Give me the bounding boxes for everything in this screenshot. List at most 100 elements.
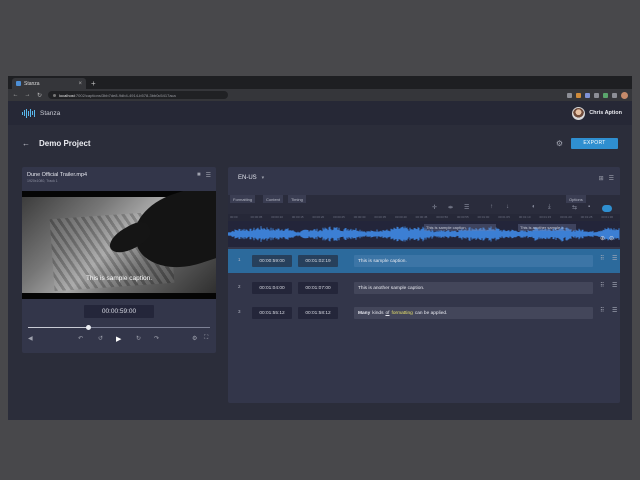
caption-text-field[interactable]: This is another sample caption. xyxy=(354,282,593,294)
captions-header: EN-US ▾ ⊞ ☰ xyxy=(228,167,620,189)
forward-icon[interactable]: → xyxy=(24,92,31,98)
trash-icon[interactable]: ▪ xyxy=(588,204,590,210)
caption-text-field[interactable]: This is sample caption. xyxy=(354,255,593,267)
new-tab-button[interactable]: + xyxy=(91,78,96,89)
browser-tab[interactable]: Stanza × xyxy=(12,78,86,89)
seek-bar-fill xyxy=(28,327,89,328)
menu-icon[interactable]: ☰ xyxy=(206,172,211,179)
grid-icon[interactable]: ⊞ xyxy=(599,175,604,182)
contrast-icon[interactable]: ◐ xyxy=(532,204,536,210)
ruler-tick-label: 00:01:15 xyxy=(539,215,552,219)
download-icon[interactable]: ⤓ xyxy=(548,204,551,211)
video-player[interactable]: This is sample caption. xyxy=(22,191,216,299)
play-icon[interactable]: ▶ xyxy=(116,335,121,343)
settings-icon[interactable]: ⚙ xyxy=(192,335,197,342)
ruler-tick-label: 00:00:05 xyxy=(250,215,263,219)
profile-icon[interactable] xyxy=(621,91,628,99)
grid-icon[interactable]: ⠿ xyxy=(600,282,604,289)
bookmark-icon[interactable] xyxy=(567,92,572,98)
extension-icon[interactable] xyxy=(585,92,590,98)
avatar[interactable] xyxy=(572,106,586,120)
lock-icon xyxy=(53,93,56,97)
start-time-field[interactable]: 00:00:59:00 xyxy=(252,255,292,267)
video-meta: 1920x1080, Track 1 xyxy=(27,179,58,183)
page-bar: ← Demo Project ⚙ EXPORT xyxy=(8,125,632,161)
end-time-field[interactable]: 00:01:58:12 xyxy=(298,307,338,319)
user-menu[interactable]: Chris Aption xyxy=(572,106,622,120)
app-header: Stanza Chris Aption xyxy=(8,101,632,125)
language-select[interactable]: EN-US ▾ xyxy=(238,175,264,181)
captions-panel: EN-US ▾ ⊞ ☰ Formatting Content Timing Opt… xyxy=(228,167,620,403)
add-icon[interactable]: ✛ xyxy=(432,204,437,211)
tab-content[interactable]: Content xyxy=(263,195,284,203)
caption-number: 1 xyxy=(238,257,241,262)
browser-tabbar: Stanza × + xyxy=(8,76,632,89)
menu-icon[interactable]: ☰ xyxy=(612,307,617,314)
end-time-field[interactable]: 00:01:07:00 xyxy=(298,282,338,294)
volume-icon[interactable]: ◀ xyxy=(28,335,33,342)
editor-tabs: Formatting Content Timing Options xyxy=(228,195,620,203)
extension-icon[interactable] xyxy=(576,92,581,98)
underlined-text: of xyxy=(385,310,390,316)
start-time-field[interactable]: 00:01:04:00 xyxy=(252,282,292,294)
waveform[interactable]: This is sample caption. This is another … xyxy=(228,221,620,247)
shuffle-icon[interactable]: ⇆ xyxy=(572,204,577,211)
caption-number: 3 xyxy=(238,309,241,314)
split-icon[interactable]: ⇹ xyxy=(448,204,453,211)
fullscreen-icon[interactable]: ⛶ xyxy=(204,335,208,342)
extension-icon[interactable] xyxy=(612,92,617,98)
tab-timing[interactable]: Timing xyxy=(288,195,306,203)
back-arrow-icon[interactable]: ← xyxy=(22,139,30,148)
waveform-region[interactable]: This is sample caption. xyxy=(424,224,496,231)
zoom-out-icon[interactable]: ⊖ xyxy=(609,235,614,242)
user-name: Chris Aption xyxy=(589,110,622,116)
align-icon[interactable]: ☰ xyxy=(464,204,469,211)
skip-back-far-icon[interactable]: ↶ xyxy=(78,335,83,342)
extension-icon[interactable] xyxy=(603,92,608,98)
bold-text: Many xyxy=(358,310,371,316)
playback-controls: ◀ ↶ ↺ ▶ ↻ ↷ ⚙ ⛶ xyxy=(22,335,216,347)
skip-forward-far-icon[interactable]: ↷ xyxy=(154,335,159,342)
seek-bar[interactable] xyxy=(28,325,210,330)
export-button[interactable]: EXPORT xyxy=(571,137,618,149)
caption-row[interactable]: 2 00:01:04:00 00:01:07:00 This is anothe… xyxy=(228,276,620,300)
gear-icon[interactable]: ⚙ xyxy=(556,139,563,148)
ruler-tick-label: 00:01:10 xyxy=(518,215,531,219)
seek-handle[interactable] xyxy=(86,325,92,330)
zoom-in-icon[interactable]: ⊕ xyxy=(600,235,605,242)
timeline-ruler: 00:00 00:00:05 00:00:10 00:00:15 00:00:20 00:… xyxy=(228,214,620,221)
url-host: localhost xyxy=(59,92,75,98)
folder-icon[interactable]: ■ xyxy=(197,172,201,179)
chevron-down-icon: ▾ xyxy=(261,175,265,181)
plain-text: kinds xyxy=(372,310,384,316)
grid-icon[interactable]: ⠿ xyxy=(600,255,604,262)
address-bar-row: ← → ↻ localhost :7002/captions/3bb7de8-9… xyxy=(8,89,632,101)
language-value: EN-US xyxy=(238,175,257,181)
url-field[interactable]: localhost :7002/captions/3bb7de8-9db4-49… xyxy=(48,91,228,99)
caption-row[interactable]: 3 00:01:55:12 00:01:58:12 Many kinds of … xyxy=(228,301,620,325)
video-file-name: Dune Official Trailer.mp4 xyxy=(27,172,88,178)
reload-icon[interactable]: ↻ xyxy=(36,92,43,99)
tab-close-icon[interactable]: × xyxy=(78,81,82,87)
video-panel: Dune Official Trailer.mp4 1920x1080, Tra… xyxy=(22,167,216,353)
end-time-field[interactable]: 00:01:02:19 xyxy=(298,255,338,267)
menu-icon[interactable]: ☰ xyxy=(612,255,617,262)
tab-options[interactable]: Options xyxy=(566,195,586,203)
arrow-up-icon[interactable]: ↑ xyxy=(490,204,493,210)
extension-icon[interactable] xyxy=(594,92,599,98)
menu-icon[interactable]: ☰ xyxy=(609,175,614,182)
skip-forward-icon[interactable]: ↻ xyxy=(136,335,141,342)
caption-row[interactable]: 1 00:00:59:00 00:01:02:19 This is sample… xyxy=(228,249,620,273)
start-time-field[interactable]: 00:01:55:12 xyxy=(252,307,292,319)
menu-icon[interactable]: ☰ xyxy=(612,282,617,289)
back-icon[interactable]: ← xyxy=(12,92,19,98)
skip-back-icon[interactable]: ↺ xyxy=(98,335,103,342)
tab-formatting[interactable]: Formatting xyxy=(230,195,256,203)
grid-icon[interactable]: ⠿ xyxy=(600,307,604,314)
toggle-switch[interactable] xyxy=(602,205,612,212)
waveform-region[interactable]: This is another sample c... xyxy=(518,224,576,231)
ruler-tick-label: 00:00 xyxy=(230,215,238,219)
caption-text-field[interactable]: Many kinds of formatting can be applied. xyxy=(354,307,593,319)
arrow-down-icon[interactable]: ↓ xyxy=(506,204,509,210)
ruler-tick-label: 00:00:15 xyxy=(291,215,304,219)
